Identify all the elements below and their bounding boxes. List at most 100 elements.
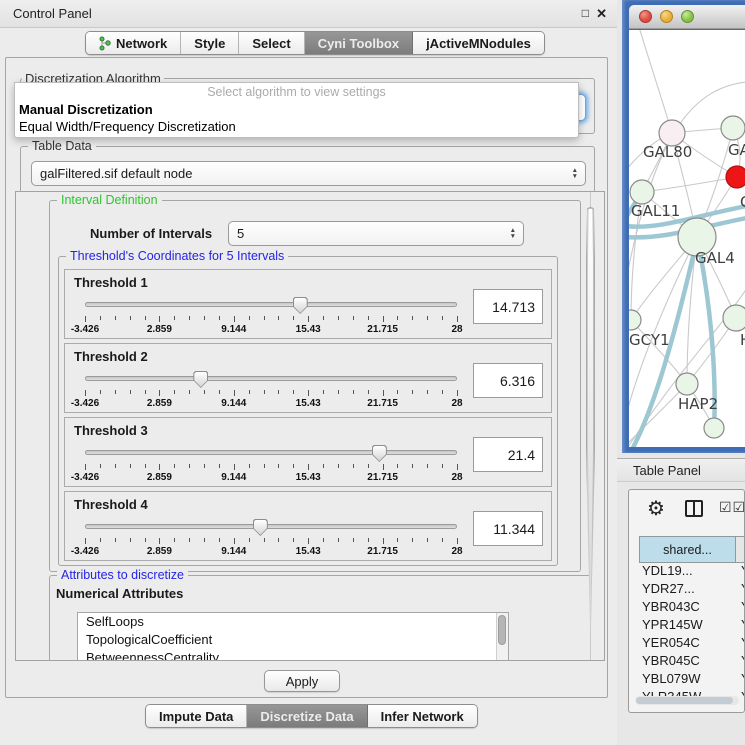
network-node[interactable] — [723, 305, 745, 331]
slider-track[interactable] — [85, 302, 457, 307]
slider-tick — [427, 464, 428, 468]
table-row[interactable]: YPR145WYPR1 — [639, 617, 745, 635]
network-node[interactable] — [630, 180, 654, 204]
slider-tick — [442, 316, 443, 320]
cell-shared-name: YBR043C — [639, 599, 736, 617]
attribute-list-item[interactable]: TopologicalCoefficient — [78, 631, 508, 649]
slider-thumb[interactable] — [293, 297, 308, 314]
threshold-value-field[interactable]: 21.4 — [473, 437, 543, 472]
table-row[interactable]: YBR043CYBR0 — [639, 599, 745, 617]
slider-tick — [174, 390, 175, 394]
bottom-tab-discretize-data[interactable]: Discretize Data — [247, 705, 367, 727]
table-data-group: Table Data galFiltered.sif default node … — [20, 146, 595, 194]
num-intervals-spinner[interactable]: 5 ▲▼ — [228, 221, 524, 246]
minimize-traffic-light[interactable] — [660, 10, 673, 23]
slider-tick — [442, 390, 443, 394]
split-columns-icon[interactable] — [685, 500, 703, 517]
slider-tick — [85, 316, 86, 322]
attribute-list-item[interactable]: SelfLoops — [78, 613, 508, 631]
slider-tick — [189, 390, 190, 394]
slider-tick-label: 28 — [451, 324, 462, 335]
threshold-value-field[interactable]: 14.713 — [473, 289, 543, 324]
network-edge[interactable] — [642, 177, 737, 192]
close-traffic-light[interactable] — [639, 10, 652, 23]
network-edge[interactable] — [639, 30, 672, 133]
slider-thumb[interactable] — [372, 445, 387, 462]
threshold-slider[interactable]: -3.4262.8599.14415.4321.71528 — [85, 370, 457, 410]
slider-tick — [219, 538, 220, 542]
network-graph[interactable]: GAL80GACGAL11GAL4GCY1HHAP2 — [629, 30, 745, 447]
slider-tick — [442, 464, 443, 468]
gear-icon[interactable]: ⚙ — [647, 496, 665, 521]
threshold-value-field[interactable]: 11.344 — [473, 511, 543, 546]
slider-tick-label: 15.43 — [296, 324, 321, 335]
slider-tick — [145, 390, 146, 394]
apply-button[interactable]: Apply — [264, 670, 340, 692]
slider-tick — [159, 464, 160, 470]
slider-tick — [308, 316, 309, 322]
dropdown-hint-item[interactable]: Select algorithm to view settings — [15, 85, 578, 102]
tab-cyni-toolbox[interactable]: Cyni Toolbox — [305, 32, 413, 54]
slider-tick-label: 2.859 — [147, 398, 172, 409]
network-node[interactable] — [704, 418, 724, 438]
table-row[interactable]: YBR045CYBR0 — [639, 653, 745, 671]
slider-tick — [338, 464, 339, 468]
column-header-shared-name[interactable]: shared... — [639, 536, 736, 563]
network-node[interactable] — [676, 373, 698, 395]
tab-label: Cyni Toolbox — [318, 36, 399, 51]
slider-tick — [174, 464, 175, 468]
table-row[interactable]: YER054CYER0 — [639, 635, 745, 653]
network-window-titlebar[interactable] — [629, 5, 745, 29]
table-row[interactable]: YDL19...YDL1 — [639, 563, 745, 581]
table-horizontal-scrollbar[interactable] — [635, 696, 739, 705]
slider-thumb[interactable] — [253, 519, 268, 536]
slider-tick-label: 2.859 — [147, 472, 172, 483]
slider-tick — [100, 538, 101, 542]
network-canvas[interactable]: GAL80GACGAL11GAL4GCY1HHAP2 — [629, 30, 745, 447]
slider-tick — [293, 390, 294, 394]
table-row[interactable]: YDR27...YDR2 — [639, 581, 745, 599]
bottom-tab-impute-data[interactable]: Impute Data — [146, 705, 247, 727]
slider-tick — [159, 316, 160, 322]
slider-track[interactable] — [85, 524, 457, 529]
tab-network[interactable]: Network — [86, 32, 181, 54]
slider-tick — [234, 538, 235, 544]
threshold-value-field[interactable]: 6.316 — [473, 363, 543, 398]
threshold-slider[interactable]: -3.4262.8599.14415.4321.71528 — [85, 518, 457, 558]
network-node-label: GCY1 — [629, 331, 670, 349]
slider-thumb[interactable] — [193, 371, 208, 388]
attribute-list-item[interactable]: BetweennessCentrality — [78, 649, 508, 661]
attributes-scrollbar[interactable] — [496, 613, 508, 661]
network-node[interactable] — [629, 310, 641, 330]
table-data-combobox[interactable]: galFiltered.sif default node ▲▼ — [31, 161, 586, 186]
threshold-slider[interactable]: -3.4262.8599.14415.4321.71528 — [85, 444, 457, 484]
slider-tick — [278, 464, 279, 468]
network-edge[interactable] — [631, 320, 687, 384]
attributes-listbox[interactable]: SelfLoopsTopologicalCoefficientBetweenne… — [77, 612, 509, 661]
table-row[interactable]: YBL079WYBL0 — [639, 671, 745, 689]
cell-shared-name: YDR27... — [639, 581, 736, 599]
tab-style[interactable]: Style — [181, 32, 239, 54]
threshold-label: Threshold 2 — [74, 349, 148, 364]
cell-name: YER0 — [736, 635, 745, 653]
slider-tick — [368, 390, 369, 394]
tab-jactivemnodules[interactable]: jActiveMNodules — [413, 32, 544, 54]
checkbox-icons[interactable]: ☑☑☑ — [719, 499, 745, 516]
dropdown-item-equal-width[interactable]: Equal Width/Frequency Discretization — [15, 119, 578, 136]
slider-tick — [100, 464, 101, 468]
dropdown-item-manual[interactable]: Manual Discretization — [15, 102, 578, 119]
slider-track[interactable] — [85, 450, 457, 455]
column-header-name[interactable]: na — [736, 536, 745, 563]
close-icon[interactable]: ✕ — [596, 6, 607, 22]
tab-select[interactable]: Select — [239, 32, 304, 54]
settings-vertical-scrollbar[interactable] — [590, 192, 604, 660]
network-node[interactable] — [726, 166, 745, 188]
zoom-traffic-light[interactable] — [681, 10, 694, 23]
threshold-slider[interactable]: -3.4262.8599.14415.4321.71528 — [85, 296, 457, 336]
bottom-tab-infer-network[interactable]: Infer Network — [368, 705, 477, 727]
float-window-icon[interactable]: □ — [582, 6, 589, 20]
network-node[interactable] — [721, 116, 745, 140]
slider-tick — [159, 390, 160, 396]
slider-track[interactable] — [85, 376, 457, 381]
slider-tick — [204, 464, 205, 468]
